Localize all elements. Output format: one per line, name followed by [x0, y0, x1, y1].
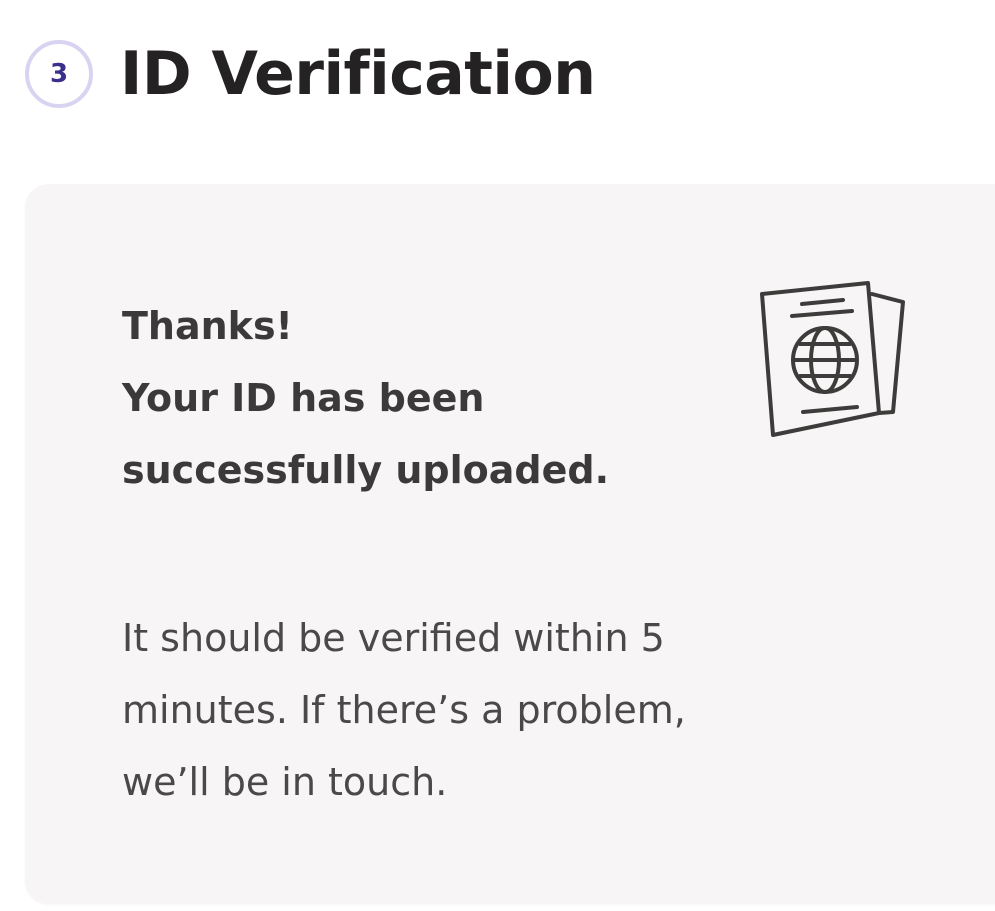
page-title: ID Verification	[120, 39, 596, 109]
step-number-badge: 3	[25, 40, 93, 108]
verification-message: Thanks! Your ID has been successfully up…	[122, 290, 742, 818]
id-verification-step: 3 ID Verification Thanks! Your ID has be…	[0, 0, 995, 911]
step-header: 3 ID Verification	[25, 28, 596, 120]
step-number: 3	[49, 59, 69, 89]
thanks-heading: Thanks!	[122, 304, 293, 348]
verification-status-card: Thanks! Your ID has been successfully up…	[25, 184, 995, 904]
upload-success-message: Your ID has been successfully uploaded.	[122, 376, 610, 492]
passport-icon	[760, 281, 905, 437]
verification-time-message: It should be verified within 5 minutes. …	[122, 616, 686, 804]
